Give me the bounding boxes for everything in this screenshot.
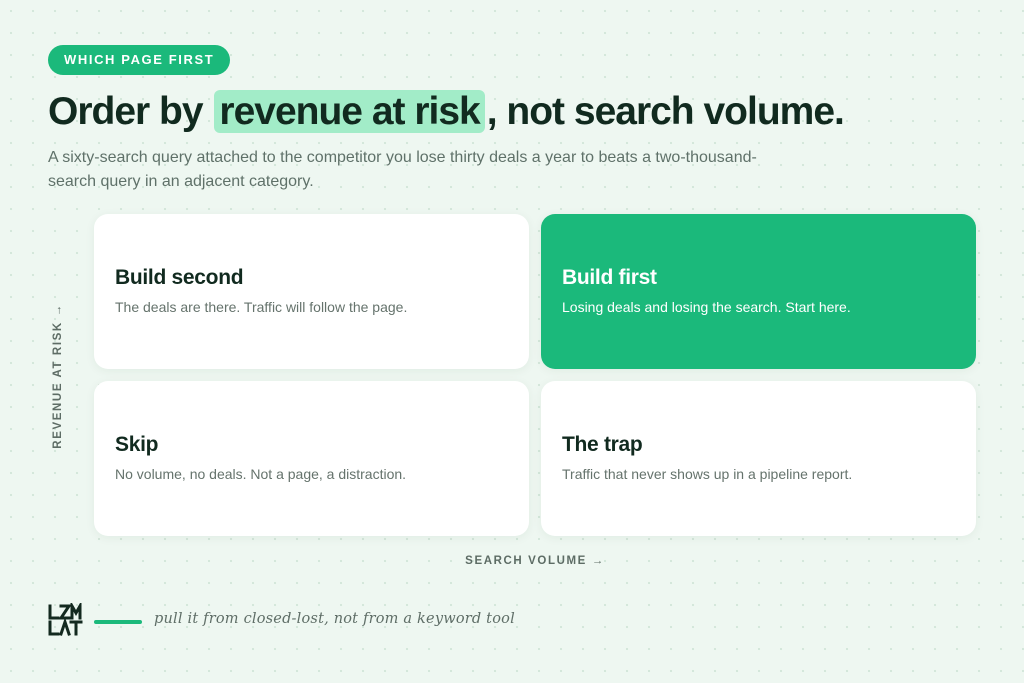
footer-note: pull it from closed-lost, not from a key…: [154, 611, 515, 627]
quadrant-build-second: Build second The deals are there. Traffi…: [94, 214, 529, 369]
quadrant-the-trap: The trap Traffic that never shows up in …: [541, 381, 976, 536]
divider-dash: [94, 620, 142, 624]
quadrant-title: The trap: [562, 433, 643, 456]
subheading: A sixty-search query attached to the com…: [48, 149, 757, 190]
title-tail: , not search volume.: [486, 90, 845, 133]
title-highlight: revenue at risk: [214, 90, 485, 133]
page-title: Order by revenue at risk, not search vol…: [48, 88, 845, 136]
quadrant-skip: Skip No volume, no deals. Not a page, a …: [94, 381, 529, 536]
quadrant-description: Losing deals and losing the search. Star…: [562, 299, 851, 315]
quadrant-description: The deals are there. Traffic will follow…: [115, 299, 408, 315]
quadrant-title: Build first: [562, 266, 657, 289]
brand-logo-icon: [48, 603, 83, 636]
quadrant-description: No volume, no deals. Not a page, a distr…: [115, 466, 407, 482]
x-axis-label: SEARCH VOLUME →: [465, 555, 605, 567]
quadrant-description: Traffic that never shows up in a pipelin…: [562, 466, 853, 482]
title-lead: Order by: [48, 90, 204, 133]
quadrant-title: Build second: [115, 266, 244, 289]
quadrant-build-first: Build first Losing deals and losing the …: [541, 214, 976, 369]
quadrant-title: Skip: [115, 433, 159, 456]
section-badge: WHICH PAGE FIRST: [48, 45, 231, 75]
y-axis-label: REVENUE AT RISK →: [52, 303, 64, 449]
